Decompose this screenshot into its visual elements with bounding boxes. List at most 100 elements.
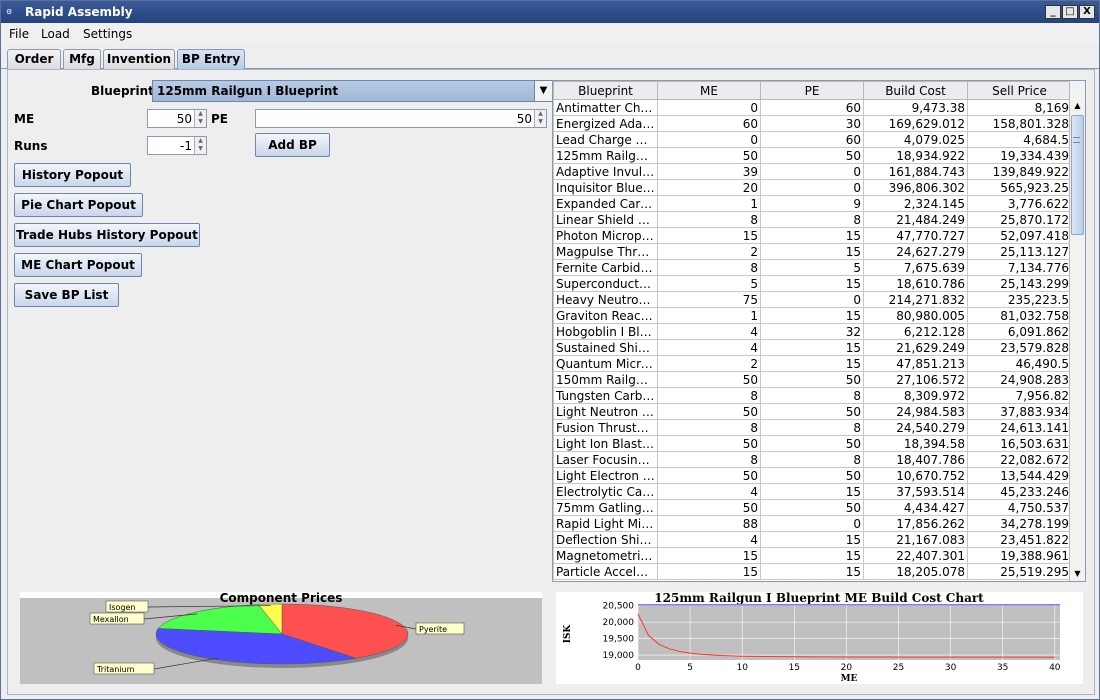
- scroll-thumb[interactable]: [1071, 115, 1084, 235]
- pie-chart-popout-button[interactable]: Pie Chart Popout: [14, 193, 143, 217]
- table-cell: 396,806.302: [863, 179, 968, 196]
- spinner-down-icon[interactable]: ▼: [535, 118, 546, 126]
- table-row[interactable]: Quantum Microp... 2 15 47,851.213 46,490.5: [553, 355, 1072, 372]
- tab-order[interactable]: Order: [7, 49, 61, 69]
- table-cell: Linear Shield E...: [553, 211, 658, 228]
- spinner-up-icon[interactable]: ▲: [195, 137, 206, 145]
- trade-hubs-history-popout-button[interactable]: Trade Hubs History Popout: [14, 223, 200, 247]
- table-row[interactable]: Photon Micropro... 15 15 47,770.727 52,097.4…: [553, 227, 1072, 244]
- runs-spinner[interactable]: -1 ▲ ▼: [147, 136, 207, 155]
- table-row[interactable]: Tungsten Carbid... 8 8 8,309.972 7,956.82: [553, 387, 1072, 404]
- table-cell: 13,544.429: [967, 467, 1072, 484]
- menu-file[interactable]: File: [9, 27, 29, 41]
- table-row[interactable]: Lead Charge M ... 0 60 4,079.025 4,684.5: [553, 131, 1072, 148]
- table-row[interactable]: Light Ion Blaster ...505018,394.5816,503…: [553, 435, 1072, 452]
- table-row[interactable]: Magpulse Thrust... 2 15 24,627.279 25,113.12…: [553, 243, 1072, 260]
- table-cell: 21,484.249: [863, 211, 968, 228]
- table-row[interactable]: Deflection Shiel... 4 15 21,167.083 23,451.8…: [553, 531, 1072, 548]
- table-cell: 50: [760, 371, 864, 388]
- table-cell: 8: [760, 387, 864, 404]
- table-row[interactable]: 125mm Railgun ... 50 50 18,934.922 19,334.43…: [553, 147, 1072, 164]
- table-row[interactable]: Fernite Carbide ... 8 5 7,675.639 7,134.776: [553, 259, 1072, 276]
- table-cell: 15: [760, 227, 864, 244]
- table-cell: 19,334.439: [967, 147, 1072, 164]
- column-header[interactable]: Blueprint: [553, 81, 658, 100]
- pie-label: Pyerite: [419, 625, 447, 634]
- tab-mfg[interactable]: Mfg: [63, 49, 101, 69]
- pie-chart-svg: Component Prices Pyerite Tritanium Mexallon…: [20, 591, 542, 684]
- table-row[interactable]: 150mm Railgun ... 50 50 27,106.572 24,908.28…: [553, 371, 1072, 388]
- tab-bp-entry[interactable]: BP Entry: [177, 49, 245, 69]
- table-scrollbar[interactable]: ▲ ▼: [1069, 81, 1085, 581]
- table-row[interactable]: Expanded Cargo... 1 9 2,324.145 3,776.622: [553, 195, 1072, 212]
- tab-strip: Order Mfg Invention BP Entry: [1, 47, 1099, 69]
- blueprint-table[interactable]: Blueprint ME PE Build Cost Sell Price Antima…: [552, 80, 1086, 582]
- scroll-up-icon[interactable]: ▲: [1070, 99, 1085, 113]
- spinner-down-icon[interactable]: ▼: [195, 118, 206, 126]
- table-cell: Fusion Thruster ...: [553, 419, 658, 436]
- table-row[interactable]: Heavy Neutron B...750214,271.832235,223.…: [553, 291, 1072, 308]
- table-row[interactable]: Graviton Reactor... 1 15 80,980.005 81,032.7…: [553, 307, 1072, 324]
- table-row[interactable]: Fusion Thruster ... 8 8 24,540.279 24,613.14…: [553, 419, 1072, 436]
- table-cell: 4,434.427: [863, 499, 968, 516]
- table-cell: 7,134.776: [967, 259, 1072, 276]
- chevron-down-icon[interactable]: ▼: [534, 81, 552, 101]
- menu-load[interactable]: Load: [41, 27, 70, 41]
- table-row[interactable]: Magnetometric S...151522,407.30119,388.9…: [553, 547, 1072, 564]
- table-row[interactable]: Linear Shield E... 8 8 21,484.249 25,870.172: [553, 211, 1072, 228]
- spinner-down-icon[interactable]: ▼: [195, 145, 206, 153]
- me-chart-popout-button[interactable]: ME Chart Popout: [14, 253, 142, 277]
- plot-background: [638, 604, 1060, 660]
- table-cell: 24,984.583: [863, 403, 968, 420]
- add-bp-button[interactable]: Add BP: [255, 133, 330, 157]
- table-row[interactable]: Adaptive Invulner...390161,884.743139,84…: [553, 163, 1072, 180]
- table-row[interactable]: Antimatter Charg...0609,473.388,169: [553, 99, 1072, 116]
- table-row[interactable]: Light Electron Bl... 50 50 10,670.752 13,544…: [553, 467, 1072, 484]
- table-row[interactable]: Sustained Shiel... 4 15 21,629.249 23,579.82…: [553, 339, 1072, 356]
- column-header[interactable]: Build Cost: [863, 81, 968, 100]
- tab-invention[interactable]: Invention: [103, 49, 175, 69]
- table-row[interactable]: Laser Focusing ... 8 8 18,407.786 22,082.672: [553, 451, 1072, 468]
- table-row[interactable]: Energized Adapti...6030169,629.012158,80…: [553, 115, 1072, 132]
- pe-spinner[interactable]: 50 ▲ ▼: [255, 109, 547, 128]
- component-prices-chart[interactable]: Component Prices Pyerite Tritanium Mexallon…: [20, 591, 542, 684]
- table-cell: 6,212.128: [863, 323, 968, 340]
- column-header[interactable]: PE: [760, 81, 864, 100]
- table-cell: Hobgoblin I Blue...: [553, 323, 658, 340]
- spinner-up-icon[interactable]: ▲: [535, 110, 546, 118]
- table-row[interactable]: Electrolytic Capa... 4 15 37,593.514 45,233.…: [553, 483, 1072, 500]
- close-button[interactable]: X: [1079, 5, 1095, 19]
- blueprint-select-value: 125mm Railgun I Blueprint: [157, 84, 339, 98]
- me-value: 50: [176, 112, 192, 126]
- chart-title: 125mm Railgun I Blueprint ME Build Cost …: [654, 592, 984, 605]
- me-spinner[interactable]: 50 ▲ ▼: [147, 109, 207, 128]
- table-row[interactable]: Rapid Light Miss... 88 0 17,856.262 34,278.1…: [553, 515, 1072, 532]
- table-cell: Magnetometric S...: [553, 547, 658, 564]
- table-row[interactable]: Superconductor ... 5 15 18,610.786 25,143.29…: [553, 275, 1072, 292]
- table-row[interactable]: Light Neutron Bl... 50 50 24,984.583 37,883.…: [553, 403, 1072, 420]
- column-header[interactable]: ME: [657, 81, 761, 100]
- save-bp-list-button[interactable]: Save BP List: [14, 283, 119, 307]
- spinner-up-icon[interactable]: ▲: [195, 110, 206, 118]
- table-row[interactable]: Particle Accelera... 15 15 18,205.078 25,519…: [553, 563, 1072, 580]
- minimize-button[interactable]: _: [1045, 5, 1061, 19]
- table-row[interactable]: Hobgoblin I Blue... 4 32 6,212.128 6,091.862: [553, 323, 1072, 340]
- scroll-down-icon[interactable]: ▼: [1070, 567, 1085, 581]
- table-cell: 235,223.5: [967, 291, 1072, 308]
- blueprint-select[interactable]: 125mm Railgun I Blueprint ▼: [152, 80, 553, 102]
- maximize-button[interactable]: □: [1062, 5, 1078, 19]
- table-cell: 2: [657, 355, 761, 372]
- menu-settings[interactable]: Settings: [83, 27, 132, 41]
- title-bar[interactable]: ⚙︎ Rapid Assembly _ □ X: [1, 1, 1099, 23]
- table-cell: Light Electron Bl...: [553, 467, 658, 484]
- column-header[interactable]: Sell Price: [967, 81, 1072, 100]
- table-cell: 0: [760, 163, 864, 180]
- me-build-cost-chart[interactable]: 125mm Railgun I Blueprint ME Build Cost …: [556, 591, 1083, 684]
- table-row[interactable]: Inquisitor Bluepr... 20 0 396,806.302 565,92…: [553, 179, 1072, 196]
- history-popout-button[interactable]: History Popout: [14, 163, 131, 187]
- table-row[interactable]: 75mm Gatling R... 50 50 4,434.427 4,750.537: [553, 499, 1072, 516]
- table-cell: 15: [760, 563, 864, 580]
- table-cell: 15: [760, 483, 864, 500]
- table-cell: 50: [657, 147, 761, 164]
- table-cell: 25,113.127: [967, 243, 1072, 260]
